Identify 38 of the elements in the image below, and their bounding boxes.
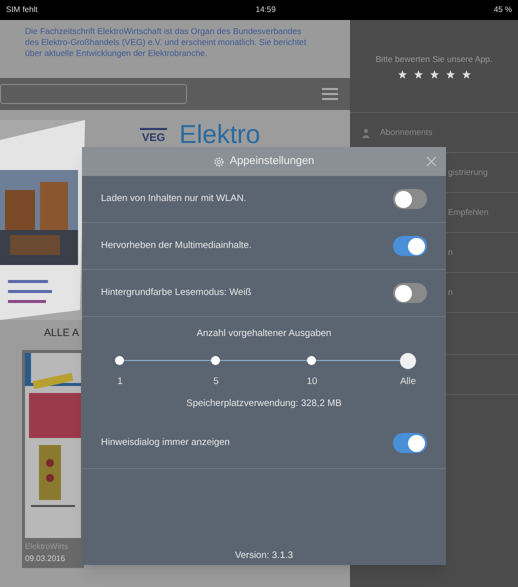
issue-date: 09.03.2016 [25,552,66,565]
setting-label: Hervorheben der Multimediainhalte. [101,238,252,253]
gear-icon [214,156,224,166]
storage-text: Speicherplatzverwendung: 328,2 MB [186,397,342,412]
toggle-switch[interactable] [393,189,427,209]
logo-title: Elektro [179,120,260,148]
description-text: Die Fachzeitschrift ElektroWirtschaft ist das Organ des Bundesverbandes des Elektro-Großhandels (VEG) e.V. und erscheint monatlich. Sie berichtet über aktuelle Entwicklungen der Elektrobranche. [25,26,308,59]
slider-stop[interactable] [307,356,316,366]
slider-label: Alle [400,375,416,390]
time-text: 14:59 [256,4,276,16]
slider-thumb[interactable] [400,353,416,370]
carrier-text: SIM fehlt [6,4,38,16]
star-icon[interactable] [430,70,438,79]
section-title: ALLE A [44,326,80,341]
search-field[interactable] [0,84,187,104]
star-icon[interactable] [398,70,406,79]
setting-label: Hintergrundfarbe Lesemodus: Weiß [101,286,252,300]
version-text: Version: 3.1.3 [234,548,294,563]
dialog-title: Appeinstellungen [230,154,314,170]
toggle-switch[interactable] [393,283,427,303]
menu-icon[interactable] [322,88,338,100]
toggle-switch[interactable] [393,236,427,256]
slider-label: 1 [117,375,123,390]
slider-label: 10 [306,375,318,390]
slider-label: 5 [213,375,219,390]
star-icon[interactable] [462,70,470,79]
toggle-switch[interactable] [393,433,427,453]
person-icon [362,128,372,138]
setting-label: Laden von Inhalten nur mit WLAN. [101,192,246,206]
slider-title: Anzahl vorgehaltener Ausgaben [196,327,332,341]
slider-stop[interactable] [211,356,220,366]
star-icon[interactable] [414,70,422,79]
rating-prompt: Bitte bewerten Sie unsere App. [376,53,492,66]
setting-label: Hinweisdialog immer anzeigen [101,436,230,450]
battery-text: 45 % [494,4,512,16]
star-rating[interactable] [398,70,470,79]
slider-stop[interactable] [115,356,124,366]
star-icon[interactable] [446,70,454,79]
